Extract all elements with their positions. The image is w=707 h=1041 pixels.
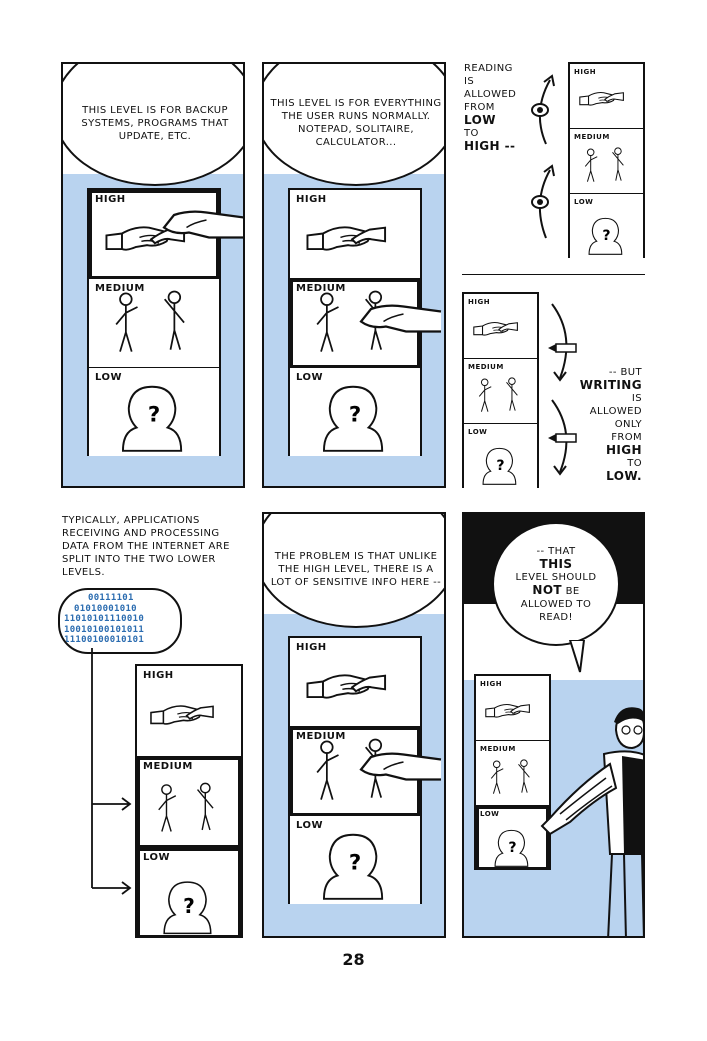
question-mark: ? [183,894,195,918]
pencil-icon [548,343,577,353]
level-stack-reading: HIGH MEDIUM LOW ? [568,62,645,258]
eye-icon [531,103,549,117]
pointing-hand-icon [359,304,443,333]
caption-line: LOW. [606,469,642,483]
binary-line: 10010100101011 [64,624,145,635]
level-low: LOW ? [290,816,420,904]
narrator-figure [540,707,643,936]
caption-text: TYPICALLY, APPLICATIONS RECEIVING AND PR… [62,515,230,578]
question-mark: ? [602,228,610,244]
people-icon [115,290,185,353]
panel-not-allowed: -- THAT THIS LEVEL SHOULD NOT BE ALLOWED… [462,512,645,938]
speech-text: THIS LEVEL IS FOR BACKUP SYSTEMS, PROGRA… [81,104,229,142]
level-medium: MEDIUM [570,129,643,194]
level-stack: HIGH MEDIUM LOW ? [135,664,243,938]
handshake-icon [306,226,387,251]
level-high: HIGH [570,64,643,129]
unknown-person-icon: ? [121,385,183,452]
question-mark: ? [508,840,516,856]
internet-caption: TYPICALLY, APPLICATIONS RECEIVING AND PR… [62,514,242,579]
level-low: LOW ? [137,848,241,938]
speech-tail [568,640,586,673]
speech-word: NOT [532,582,563,597]
people-icon [478,377,518,413]
level-medium: MEDIUM [89,279,219,368]
speech-text: THIS LEVEL IS FOR EVERYTHING THE USER RU… [270,98,442,148]
caption-line: IS [464,76,475,87]
unknown-person-icon: ? [163,881,212,935]
panel-user: THIS LEVEL IS FOR EVERYTHING THE USER RU… [262,62,446,488]
reading-caption: READING IS ALLOWED FROM LOW TO HIGH -- [464,62,534,153]
level-low: LOW ? [464,424,537,488]
speech-bubble: THIS LEVEL IS FOR BACKUP SYSTEMS, PROGRA… [63,64,243,186]
panel-problem: THE PROBLEM IS THAT UNLIKE THE HIGH LEVE… [262,512,446,938]
writing-caption: -- BUT WRITING IS ALLOWED ONLY FROM HIGH… [576,366,642,483]
caption-line: ALLOWED [589,406,642,417]
speech-line: ALLOWED TO [520,598,592,610]
internet-cloud: 00111101 01010001010 11010101110010 1001… [58,588,182,654]
pencil-icon [548,433,577,443]
unknown-person-icon: ? [322,833,384,900]
binary-data: 00111101 01010001010 11010101110010 1001… [64,593,144,646]
binary-line: 00111101 [88,593,134,603]
level-high: HIGH [464,294,537,359]
level-low: LOW ? [290,368,420,456]
question-mark: ? [349,851,361,876]
divider [462,274,645,275]
page-number: 28 [342,950,365,969]
question-mark: ? [496,458,504,474]
panel-backup: THIS LEVEL IS FOR BACKUP SYSTEMS, PROGRA… [61,62,245,488]
handshake-icon [579,91,624,106]
people-icon [584,147,624,183]
handshake-icon [473,321,518,336]
handshake-icon [306,674,387,699]
caption-line: IS [631,393,642,404]
question-mark: ? [148,403,160,428]
speech-line: THIS [539,556,573,571]
speech-line: -- THAT [536,545,576,557]
pointing-hand-icon [359,752,443,781]
level-medium: MEDIUM [137,757,241,848]
binary-line: 01010001010 [74,603,137,614]
routing-lines [91,648,132,895]
level-low: LOW ? [570,194,643,258]
people-icon [158,782,214,833]
caption-line: WRITING [579,378,642,392]
binary-line: 11010101110010 [64,614,145,624]
speech-text: THE PROBLEM IS THAT UNLIKE THE HIGH LEVE… [270,550,442,588]
handshake-icon [150,705,214,725]
binary-line: 11100100010101 [64,635,145,645]
unknown-person-icon: ? [588,217,623,255]
speech-word: BE [565,585,580,597]
read-up-arrows [531,74,555,239]
caption-line: LOW [464,113,496,127]
caption-line: READING [464,63,513,74]
speech-line: READ! [539,611,573,623]
unknown-person-icon: ? [322,385,384,452]
question-mark: ? [349,403,361,428]
eye-icon [531,195,549,209]
level-high: HIGH [290,190,420,279]
pointing-hand-icon [162,210,243,239]
level-high: HIGH [137,666,241,757]
speech-bubble: -- THAT THIS LEVEL SHOULD NOT BE ALLOWED… [492,522,620,646]
caption-line: ALLOWED [464,89,517,100]
level-high: HIGH [290,638,420,727]
level-stack-writing: HIGH MEDIUM LOW ? [462,292,539,488]
caption-line: ONLY [614,419,642,430]
caption-line: HIGH [605,443,642,457]
unknown-person-icon: ? [482,447,517,485]
level-medium: MEDIUM [464,359,537,424]
speech-bubble: THIS LEVEL IS FOR EVERYTHING THE USER RU… [264,64,444,186]
level-low: LOW ? [89,368,219,456]
caption-line: HIGH -- [464,139,516,153]
